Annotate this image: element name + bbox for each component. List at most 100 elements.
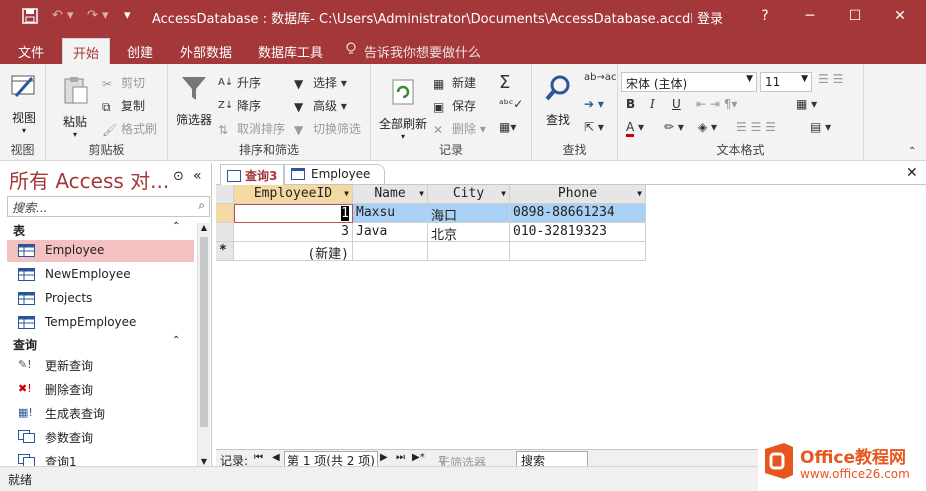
tab-file[interactable]: 文件 bbox=[18, 42, 44, 61]
table-cell[interactable]: Maxsu bbox=[353, 204, 428, 223]
scroll-down-icon[interactable]: ▼ bbox=[198, 457, 210, 466]
collapse-section-icon[interactable]: ⌃ bbox=[172, 335, 180, 346]
nav-section-tables[interactable]: 表 bbox=[13, 222, 25, 239]
nav-item-projects[interactable]: Projects bbox=[7, 288, 194, 310]
refresh-all-button[interactable]: 全部刷新 ▾ bbox=[377, 76, 429, 141]
nav-section-queries[interactable]: 查询 bbox=[13, 336, 37, 353]
table-cell[interactable]: 海口 bbox=[428, 204, 510, 223]
help-icon[interactable]: ? bbox=[745, 4, 785, 28]
record-position-input[interactable]: 第 1 项(共 2 项) bbox=[284, 451, 378, 468]
cut-button[interactable]: ✂ 剪切 bbox=[102, 74, 145, 91]
table-cell[interactable]: 1 bbox=[234, 204, 353, 223]
nav-menu-chevron-icon[interactable]: ⊙ bbox=[173, 169, 184, 184]
sort-descending-button[interactable]: Z↓ 降序 bbox=[218, 97, 261, 114]
table-cell[interactable]: Java bbox=[353, 223, 428, 242]
last-record-icon[interactable]: ⏭ bbox=[396, 452, 405, 463]
prev-record-icon[interactable]: ◀ bbox=[272, 452, 280, 463]
nav-item-param-query[interactable]: 参数查询 bbox=[7, 426, 194, 448]
close-document-icon[interactable]: ✕ bbox=[906, 165, 918, 181]
column-header-employeeid[interactable]: EmployeeID ▼ bbox=[234, 185, 353, 204]
table-cell[interactable] bbox=[353, 242, 428, 261]
column-header-name[interactable]: Name ▼ bbox=[353, 185, 428, 204]
tell-me-search[interactable]: 告诉我你想要做什么 bbox=[364, 42, 481, 61]
view-button[interactable]: 视图 ▾ bbox=[6, 70, 42, 135]
lightbulb-icon[interactable] bbox=[346, 42, 356, 57]
replace-icon[interactable]: ab→ac bbox=[584, 72, 616, 83]
collapse-section-icon[interactable]: ⌃ bbox=[172, 221, 180, 232]
alternate-row-icon[interactable]: ▤ ▾ bbox=[810, 120, 831, 134]
login-link[interactable]: 登录 bbox=[697, 8, 723, 27]
delete-record-button[interactable]: ✕ 删除 ▾ bbox=[433, 120, 486, 137]
scroll-up-icon[interactable]: ▲ bbox=[198, 223, 210, 232]
nav-search-input[interactable]: 搜索... ⌕ bbox=[7, 196, 210, 217]
nav-scrollbar[interactable]: ▲ ▼ bbox=[197, 223, 210, 466]
new-record-button[interactable]: ▦ 新建 bbox=[433, 74, 476, 91]
column-header-phone[interactable]: Phone ▼ bbox=[510, 185, 646, 204]
new-row-marker[interactable]: * bbox=[216, 242, 234, 261]
font-size-select[interactable]: 11 ▼ bbox=[760, 72, 812, 92]
nav-item-tempemployee[interactable]: TempEmployee bbox=[7, 312, 194, 334]
column-dropdown-icon[interactable]: ▼ bbox=[637, 189, 642, 198]
copy-button[interactable]: ⧉ 复制 bbox=[102, 97, 145, 114]
selection-button[interactable]: ▼ 选择 ▾ bbox=[294, 74, 347, 91]
table-cell[interactable] bbox=[510, 242, 646, 261]
gridlines-icon[interactable]: ▦ ▾ bbox=[796, 97, 817, 111]
spelling-icon[interactable]: ᵃᵇᶜ✓ bbox=[499, 97, 523, 111]
column-dropdown-icon[interactable]: ▼ bbox=[344, 189, 349, 198]
list-icons[interactable]: ☰ ☰ bbox=[818, 72, 843, 86]
record-search-input[interactable]: 搜索 bbox=[516, 451, 588, 468]
first-record-icon[interactable]: ⏮ bbox=[254, 452, 263, 463]
table-cell[interactable]: 0898-88661234 bbox=[510, 204, 646, 223]
column-header-city[interactable]: City ▼ bbox=[428, 185, 510, 204]
new-record-nav-icon[interactable]: ▶* bbox=[412, 452, 425, 463]
column-dropdown-icon[interactable]: ▼ bbox=[501, 189, 506, 198]
column-dropdown-icon[interactable]: ▼ bbox=[419, 189, 424, 198]
sort-ascending-button[interactable]: A↓ 升序 bbox=[218, 74, 261, 91]
nav-item-employee[interactable]: Employee bbox=[7, 240, 194, 262]
align-icons[interactable]: ☰ ☰ ☰ bbox=[736, 120, 776, 134]
font-name-select[interactable]: 宋体 (主体) ▼ bbox=[621, 72, 757, 92]
save-record-button[interactable]: ▣ 保存 bbox=[433, 97, 476, 114]
select-icon[interactable]: ⇱ ▾ bbox=[584, 120, 604, 134]
advanced-button[interactable]: ▼ 高级 ▾ bbox=[294, 97, 347, 114]
filter-button[interactable]: 筛选器 bbox=[172, 72, 216, 128]
tab-employee[interactable]: Employee bbox=[284, 164, 386, 185]
customize-qat-icon[interactable]: ▾ bbox=[124, 8, 131, 23]
italic-icon[interactable]: I bbox=[650, 97, 655, 111]
next-record-icon[interactable]: ▶ bbox=[380, 452, 388, 463]
new-record-cell[interactable]: (新建) bbox=[234, 242, 353, 261]
fill-color-icon[interactable]: ◈ ▾ bbox=[698, 120, 717, 134]
tab-external-data[interactable]: 外部数据 bbox=[180, 42, 232, 61]
font-color-icon[interactable]: A ▾ bbox=[626, 120, 644, 137]
undo-icon[interactable]: ↶ ▾ bbox=[52, 8, 74, 23]
shutter-bar-icon[interactable]: « bbox=[193, 168, 202, 184]
row-selector[interactable] bbox=[216, 204, 234, 223]
scroll-thumb[interactable] bbox=[200, 237, 208, 427]
table-cell[interactable]: 北京 bbox=[428, 223, 510, 242]
paste-button[interactable]: 粘贴 ▾ bbox=[58, 74, 92, 139]
highlight-icon[interactable]: ✏ ▾ bbox=[664, 120, 684, 134]
nav-title[interactable]: 所有 Access 对... bbox=[9, 165, 174, 194]
nav-item-make-table-query[interactable]: ▦! 生成表查询 bbox=[7, 402, 194, 424]
minimize-button[interactable]: ─ bbox=[790, 4, 830, 28]
table-cell[interactable]: 3 bbox=[234, 223, 353, 242]
goto-icon[interactable]: ➔ ▾ bbox=[584, 97, 604, 111]
tab-query3[interactable]: 查询3 bbox=[220, 164, 285, 185]
table-cell[interactable] bbox=[428, 242, 510, 261]
bold-icon[interactable]: B bbox=[626, 97, 635, 111]
nav-item-newemployee[interactable]: NewEmployee bbox=[7, 264, 194, 286]
tab-home[interactable]: 开始 bbox=[62, 38, 111, 64]
totals-icon[interactable]: Σ bbox=[499, 72, 510, 93]
indent-icons[interactable]: ⇤ ⇥ ¶▾ bbox=[696, 97, 737, 111]
nav-item-query1[interactable]: 查询1 bbox=[7, 450, 194, 466]
tab-create[interactable]: 创建 bbox=[127, 42, 153, 61]
close-button[interactable]: ✕ bbox=[880, 4, 920, 28]
save-icon[interactable] bbox=[22, 8, 38, 28]
format-painter-button[interactable]: 🖌 格式刷 bbox=[102, 120, 157, 137]
nav-item-update-query[interactable]: ✎! 更新查询 bbox=[7, 354, 194, 376]
redo-icon[interactable]: ↷ ▾ bbox=[87, 8, 109, 23]
collapse-ribbon-icon[interactable]: ⌃ bbox=[908, 146, 916, 157]
more-icon[interactable]: ▦▾ bbox=[499, 120, 516, 134]
toggle-filter-button[interactable]: ▼ 切换筛选 bbox=[294, 120, 361, 137]
row-selector[interactable] bbox=[216, 223, 234, 242]
